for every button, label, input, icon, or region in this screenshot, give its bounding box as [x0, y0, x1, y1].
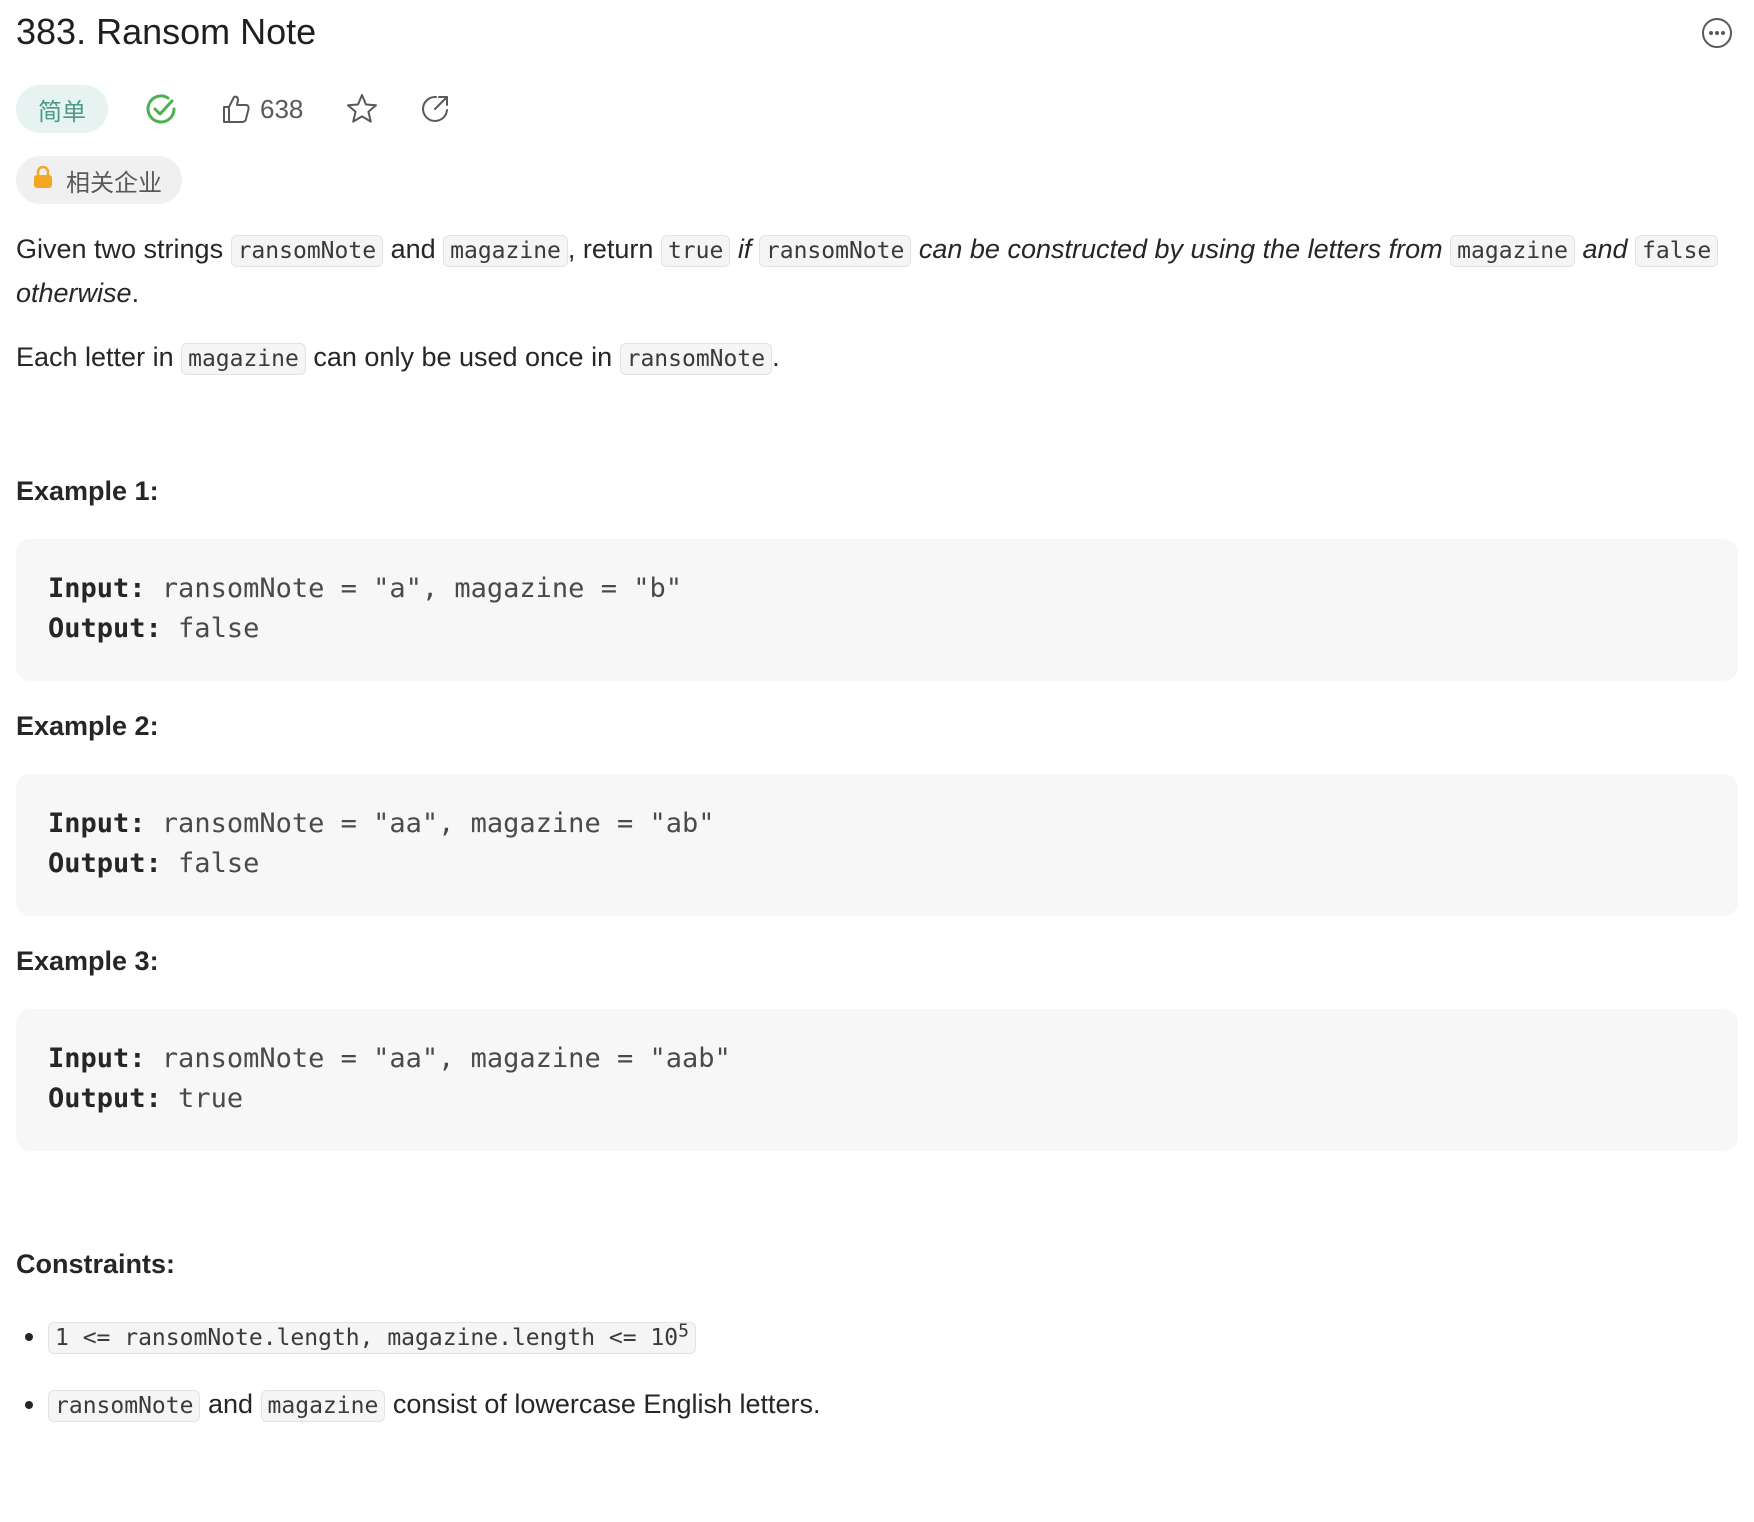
problem-meta-row: 简单 638: [16, 84, 1738, 134]
constraint-item: ransomNote and magazine consist of lower…: [48, 1383, 1738, 1427]
example-1-block: Input: ransomNote = "a", magazine = "b" …: [16, 539, 1738, 681]
example-input-line: Input: ransomNote = "aa", magazine = "ab…: [48, 808, 715, 839]
solved-check-icon: [144, 92, 178, 126]
related-companies-label: 相关企业: [66, 168, 162, 197]
problem-description-panel: 383. Ransom Note 简单 638 相关企业 Given two s…: [0, 0, 1754, 1522]
code-true: true: [660, 235, 731, 267]
title-row: 383. Ransom Note: [16, 0, 1738, 70]
constraint-length-code: 1 <= ransomNote.length, magazine.length …: [48, 1320, 696, 1354]
share-icon[interactable]: [419, 93, 451, 125]
code-magazine: magazine: [1450, 235, 1575, 267]
code-ransomnote: ransomNote: [619, 343, 773, 375]
description-paragraph-1: Given two strings ransomNote and magazin…: [16, 228, 1738, 314]
difficulty-badge[interactable]: 简单: [16, 85, 108, 133]
code-magazine: magazine: [260, 1389, 386, 1422]
like-button[interactable]: 638: [220, 93, 303, 125]
code-magazine: magazine: [181, 343, 306, 375]
example-output-line: Output: true: [48, 1083, 244, 1114]
related-companies-button[interactable]: 相关企业: [16, 156, 182, 204]
constraints-title: Constraints:: [16, 1249, 176, 1279]
code-ransomnote: ransomNote: [230, 235, 384, 267]
constraints-list: 1 <= ransomNote.length, magazine.length …: [16, 1310, 1738, 1427]
thumbs-up-icon: [220, 93, 252, 125]
star-icon[interactable]: [345, 92, 379, 126]
more-options-icon[interactable]: [1700, 16, 1734, 50]
code-false: false: [1635, 235, 1719, 267]
lock-icon: [32, 165, 66, 195]
example-input-line: Input: ransomNote = "a", magazine = "b": [48, 573, 682, 604]
example-1-title: Example 1:: [16, 476, 159, 506]
problem-title: 383. Ransom Note: [16, 11, 317, 52]
example-output-line: Output: false: [48, 848, 260, 879]
code-ransomnote: ransomNote: [48, 1389, 201, 1422]
code-magazine: magazine: [443, 235, 568, 267]
problem-description: Given two strings ransomNote and magazin…: [16, 228, 1738, 380]
example-3-title: Example 3:: [16, 946, 159, 976]
code-ransomnote: ransomNote: [758, 235, 912, 267]
example-2-title: Example 2:: [16, 711, 159, 741]
example-3-block: Input: ransomNote = "aa", magazine = "aa…: [16, 1009, 1738, 1151]
constraint-item: 1 <= ransomNote.length, magazine.length …: [48, 1310, 1738, 1359]
example-input-line: Input: ransomNote = "aa", magazine = "aa…: [48, 1043, 731, 1074]
like-count: 638: [260, 93, 304, 124]
example-2-block: Input: ransomNote = "aa", magazine = "ab…: [16, 774, 1738, 916]
description-paragraph-2: Each letter in magazine can only be used…: [16, 336, 1738, 380]
example-output-line: Output: false: [48, 613, 260, 644]
